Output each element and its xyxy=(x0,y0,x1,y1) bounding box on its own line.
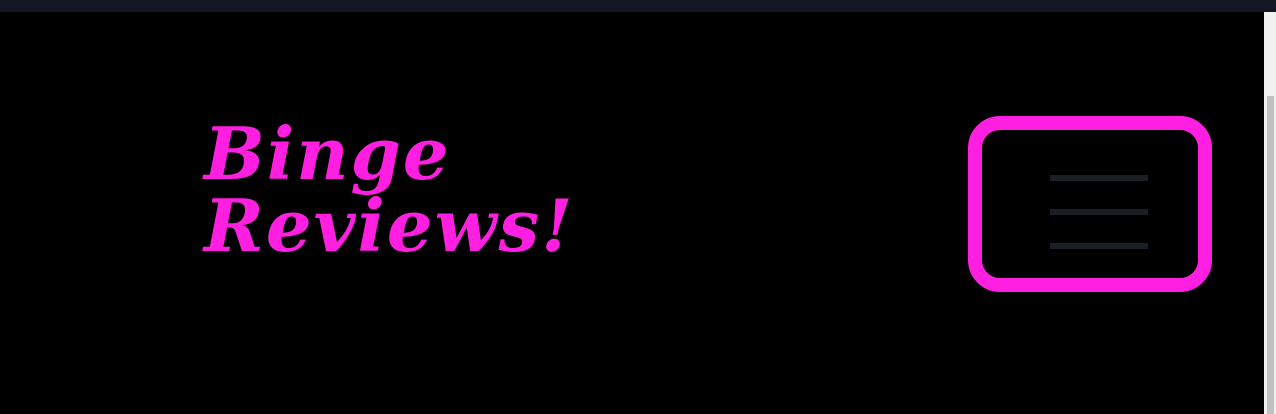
hamburger-menu-icon-bar-bottom xyxy=(1050,243,1148,249)
navbar: Binge Reviews! xyxy=(2,12,1264,414)
navbar-toggler-button[interactable] xyxy=(968,116,1212,292)
brand-line-1: Binge xyxy=(204,111,451,196)
page-scrollbar-thumb[interactable] xyxy=(1267,96,1274,414)
window-top-edge xyxy=(0,0,1276,12)
page-scrollbar[interactable] xyxy=(1264,12,1276,414)
brand-line-2: Reviews! xyxy=(204,183,575,268)
brand-logo-link[interactable]: Binge Reviews! xyxy=(204,118,644,262)
hamburger-menu-icon-bar-top xyxy=(1050,175,1148,181)
browser-viewport: Binge Reviews! xyxy=(0,0,1276,414)
hamburger-menu-icon-bar-middle xyxy=(1050,209,1148,215)
